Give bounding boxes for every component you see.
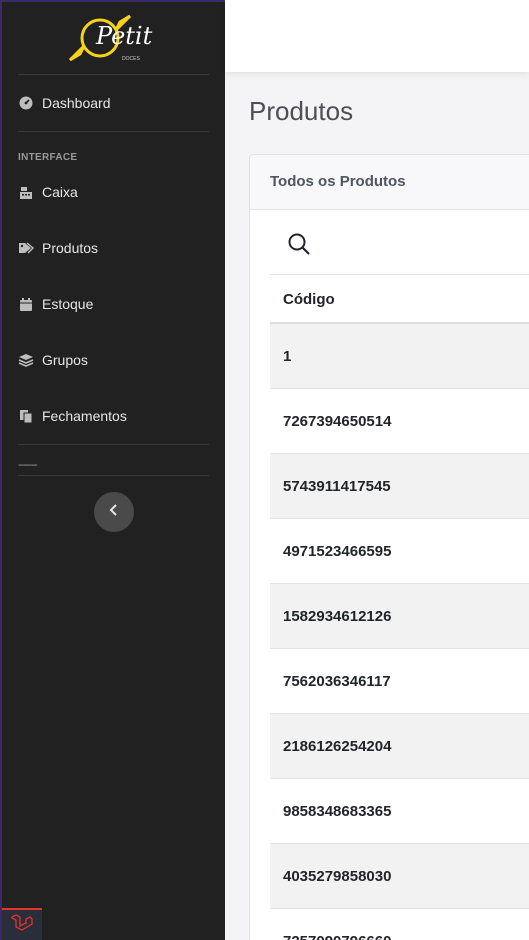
page-title: Produtos xyxy=(249,96,354,126)
sidebar-toggle-button[interactable] xyxy=(94,492,134,532)
table-row[interactable]: 7267394650514 xyxy=(270,389,529,454)
gauge-icon xyxy=(18,95,34,111)
tags-icon xyxy=(18,240,34,256)
table-row[interactable]: 2186126254204 xyxy=(270,714,529,779)
sidebar-item-caixa[interactable]: Caixa xyxy=(2,164,225,220)
sidebar: Petit DOCES Dashboard INTERFACE Caixa Pr… xyxy=(0,0,225,940)
search-bar[interactable] xyxy=(270,210,529,275)
sidebar-item-dashboard[interactable]: Dashboard xyxy=(2,75,225,131)
copy-icon xyxy=(18,408,34,424)
table-row[interactable]: 1582934612126 xyxy=(270,584,529,649)
divider xyxy=(18,475,209,476)
separator-text: ------- xyxy=(18,459,38,471)
card-header: Todos os Produtos xyxy=(250,155,529,210)
sidebar-item-label: Produtos xyxy=(42,240,99,256)
column-header-codigo[interactable]: Código xyxy=(270,275,529,324)
products-card: Todos os Produtos Código 1 7267394650514… xyxy=(249,154,529,940)
cash-register-icon xyxy=(18,184,34,200)
sidebar-item-label: Fechamentos xyxy=(42,408,127,424)
section-heading: INTERFACE xyxy=(18,152,78,163)
table-row[interactable]: 4035279858030 xyxy=(270,844,529,909)
chevron-left-icon xyxy=(109,503,119,521)
sidebar-item-label: Estoque xyxy=(42,296,94,312)
layers-icon xyxy=(18,352,34,368)
brand-logo[interactable]: Petit DOCES xyxy=(2,2,225,74)
sidebar-item-produtos[interactable]: Produtos xyxy=(2,220,225,276)
sidebar-item-grupos[interactable]: Grupos xyxy=(2,332,225,388)
table-row[interactable]: 9858348683365 xyxy=(270,779,529,844)
search-icon[interactable] xyxy=(287,233,311,260)
table-row[interactable]: 7562036346117 xyxy=(270,649,529,714)
sidebar-item-fechamentos[interactable]: Fechamentos xyxy=(2,388,225,444)
laravel-debugbar-button[interactable] xyxy=(2,908,42,940)
table-row[interactable]: 1 xyxy=(270,324,529,389)
sidebar-item-label: Dashboard xyxy=(42,95,111,111)
products-table: Código 1 7267394650514 5743911417545 497… xyxy=(270,275,529,940)
calendar-icon xyxy=(18,296,34,312)
brand-text: Petit xyxy=(95,22,153,50)
table-row[interactable]: 7257090796660 xyxy=(270,909,529,940)
sidebar-item-label: Caixa xyxy=(42,184,78,200)
table-row[interactable]: 4971523466595 xyxy=(270,519,529,584)
sidebar-item-label: Grupos xyxy=(42,352,88,368)
topbar xyxy=(225,0,529,72)
brand-subtext: DOCES xyxy=(122,56,140,62)
laravel-icon xyxy=(10,913,34,939)
sidebar-item-estoque[interactable]: Estoque xyxy=(2,276,225,332)
table-row[interactable]: 5743911417545 xyxy=(270,454,529,519)
